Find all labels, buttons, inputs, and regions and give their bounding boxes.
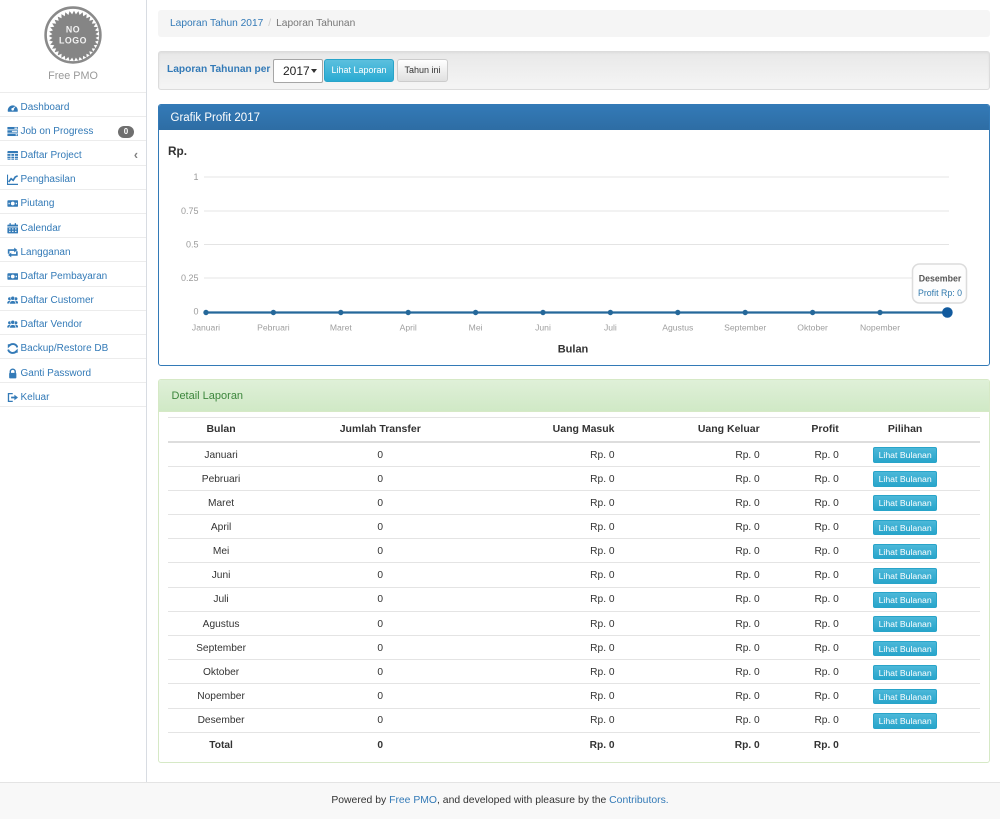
- svg-text:Juli: Juli: [604, 322, 617, 332]
- svg-text:Januari: Januari: [192, 322, 220, 332]
- svg-text:0.5: 0.5: [186, 239, 199, 249]
- svg-text:September: September: [724, 322, 766, 332]
- svg-text:0: 0: [193, 306, 198, 316]
- svg-text:Oktober: Oktober: [797, 322, 828, 332]
- svg-text:NO: NO: [66, 25, 80, 35]
- svg-text:Desember: Desember: [919, 273, 962, 283]
- svg-text:1: 1: [193, 172, 198, 182]
- svg-text:LOGO: LOGO: [59, 36, 87, 46]
- svg-text:Maret: Maret: [330, 322, 353, 332]
- svg-text:Rp.: Rp.: [168, 144, 187, 158]
- svg-text:Juni: Juni: [535, 322, 551, 332]
- svg-text:Pebruari: Pebruari: [257, 322, 290, 332]
- svg-text:0.25: 0.25: [181, 273, 199, 283]
- svg-text:April: April: [400, 322, 417, 332]
- svg-text:Bulan: Bulan: [558, 343, 589, 355]
- svg-text:Mei: Mei: [469, 322, 483, 332]
- svg-text:Agustus: Agustus: [662, 322, 693, 332]
- svg-text:Nopember: Nopember: [860, 322, 900, 332]
- svg-text:Profit Rp: 0: Profit Rp: 0: [918, 288, 962, 298]
- svg-text:0.75: 0.75: [181, 206, 199, 216]
